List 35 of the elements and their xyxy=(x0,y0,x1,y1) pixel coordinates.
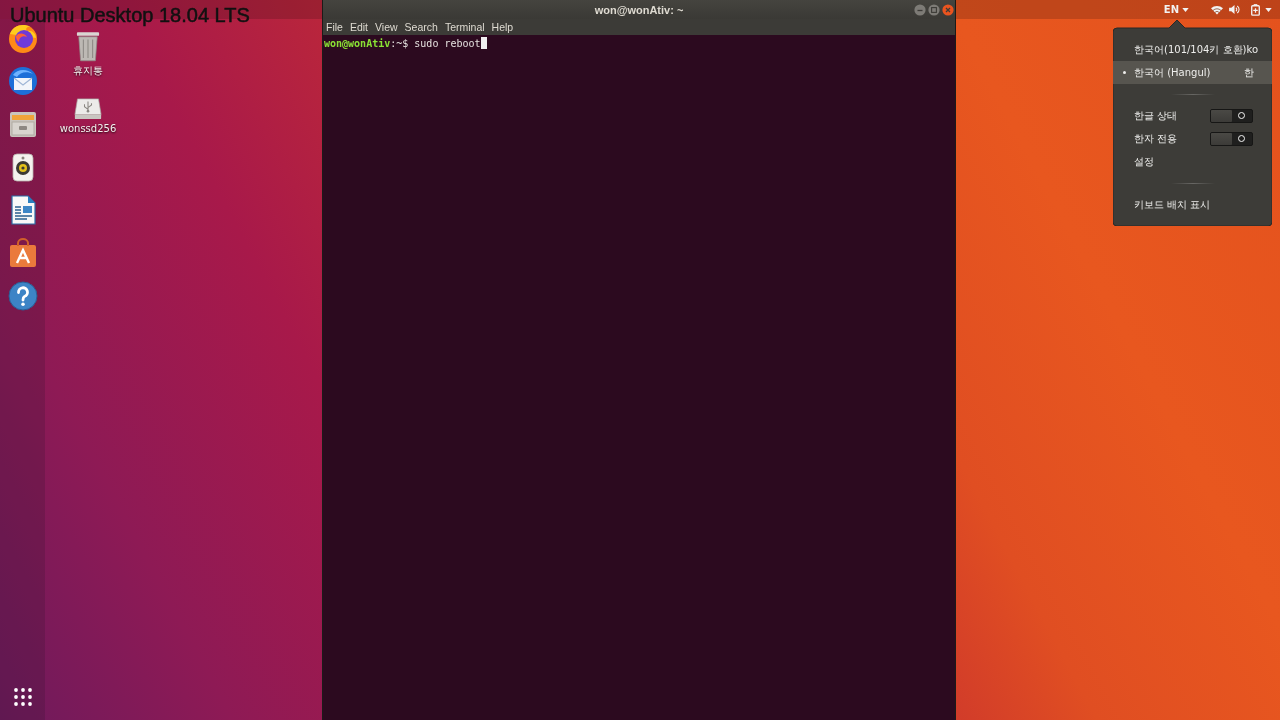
window-title: won@wonAtiv: ~ xyxy=(594,3,684,16)
caption-text: Ubuntu Desktop 18.04 LTS xyxy=(10,3,250,27)
close-icon[interactable] xyxy=(942,3,954,16)
menu-item[interactable]: View xyxy=(374,20,399,34)
drive-icon[interactable] xyxy=(74,97,102,120)
help-icon[interactable] xyxy=(6,280,39,312)
menu-item[interactable]: 키보드 배치 표시 xyxy=(1113,193,1272,216)
maximize-icon[interactable] xyxy=(928,3,940,16)
file-label[interactable]: wonssd256 xyxy=(59,123,117,135)
menu-item-label: 한자 전용 xyxy=(1134,131,1179,146)
menu-item[interactable]: Help xyxy=(490,20,515,34)
bullet-icon xyxy=(1123,71,1126,74)
menu-item[interactable]: Edit xyxy=(348,20,369,34)
mail-icon[interactable] xyxy=(6,65,39,97)
trash-icon[interactable] xyxy=(76,30,100,62)
minimize-icon[interactable] xyxy=(914,3,926,16)
caret-icon xyxy=(1182,7,1189,12)
menu-item[interactable]: 한국어 (Hangul) 한 xyxy=(1113,61,1272,84)
wifi-icon[interactable] xyxy=(1211,4,1223,15)
menu-item[interactable]: File xyxy=(325,20,344,34)
input-source-button[interactable]: EN xyxy=(1163,2,1189,17)
source-code-label: 한 xyxy=(1244,65,1254,80)
battery-icon[interactable] xyxy=(1251,3,1260,16)
command-line: won@wonAtiv:~$ sudo reboot xyxy=(324,36,481,50)
menu-item[interactable]: Search xyxy=(403,20,439,34)
source-code-label: ko xyxy=(1246,44,1259,55)
caret-icon[interactable] xyxy=(1265,7,1272,12)
menu-item[interactable]: Terminal xyxy=(443,20,486,34)
menu-item[interactable]: 설정 xyxy=(1113,150,1272,173)
menu-item-label: 한글 상태 xyxy=(1134,108,1179,123)
menu-item[interactable]: 한국어(101/104키 호환)ko xyxy=(1113,38,1272,61)
file-label[interactable]: 휴지통 xyxy=(73,65,103,77)
volume-icon[interactable] xyxy=(1229,5,1240,14)
globe-icon[interactable] xyxy=(6,22,39,54)
app-grid-icon[interactable] xyxy=(13,688,32,706)
